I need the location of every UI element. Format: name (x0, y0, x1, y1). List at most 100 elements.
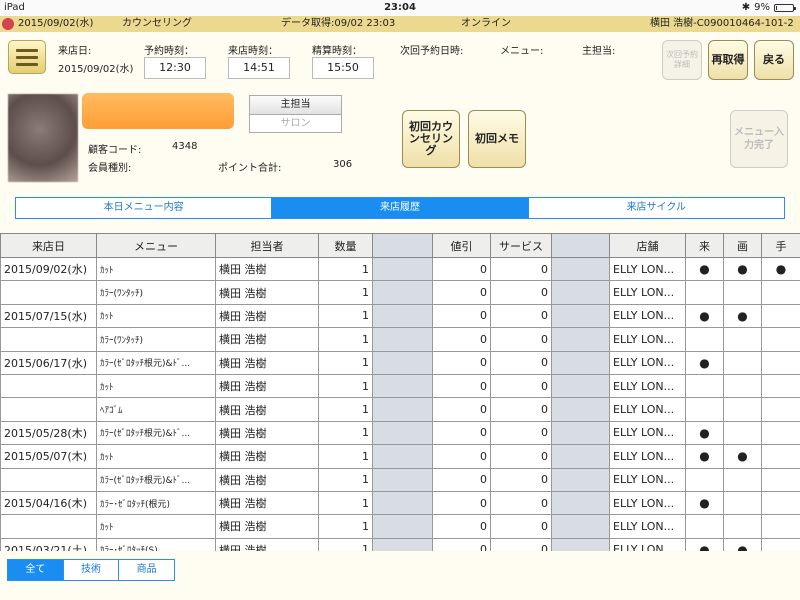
first-memo-button[interactable]: 初回メモ (468, 110, 526, 168)
column-header[interactable]: 数量 (318, 233, 373, 258)
column-header[interactable]: メニュー (96, 233, 216, 258)
table-cell: 0 (490, 490, 552, 516)
next-reserve-detail-button[interactable]: 次回予約詳細 (662, 40, 702, 80)
table-row[interactable]: ﾍｱｺﾞﾑ 横田 浩樹 1 0 0 ELLY LON... (0, 397, 800, 422)
table-cell: 0 (490, 397, 552, 422)
checkout-time-field[interactable]: 15:50 (312, 57, 374, 79)
table-row[interactable]: ｶｯﾄ 横田 浩樹 1 0 0 ELLY LON... (0, 373, 800, 399)
customer-code-label: 顧客コード: (88, 145, 142, 156)
refetch-button[interactable]: 再取得 (708, 40, 748, 80)
filter-technique[interactable]: 技術 (64, 560, 120, 580)
history-table: 来店日 メニュー 担当者 数量 値引 サービス 店舗来画手 2015/09/02(水) ｶｯﾄ… (0, 233, 800, 551)
table-cell (0, 280, 97, 305)
filter-product[interactable]: 商品 (119, 560, 174, 580)
table-cell (761, 537, 800, 551)
table-row[interactable]: ｶﾗｰ(ﾜﾝﾀｯﾁ) 横田 浩樹 1 0 0 ELLY LON... (0, 327, 800, 352)
table-row[interactable]: 2015/06/17(水) ｶﾗｰ(ｾﾞﾛﾀｯﾁ根元)&ﾄﾞ... 横田 浩樹 1 0 0… (0, 350, 800, 375)
table-cell: 1 (318, 444, 373, 469)
table-row[interactable]: 2015/09/02(水) ｶｯﾄ 横田 浩樹 1 0 0 ELLY LON... ● ● ● (0, 256, 800, 282)
filter-all[interactable]: 全て (8, 560, 64, 580)
table-cell: 0 (432, 373, 491, 399)
reserve-time-field[interactable]: 12:30 (144, 57, 206, 79)
column-header[interactable]: 値引 (432, 233, 491, 258)
table-cell (372, 397, 433, 422)
category-filter: 全て 技術 商品 (7, 559, 175, 581)
table-cell (372, 327, 433, 352)
table-row[interactable]: 2015/03/21(土)ｶﾗｰ･ｾﾞﾛﾀｯﾁ(S)横田 浩樹1 00 ELLY L… (0, 537, 800, 551)
arrive-time-field[interactable]: 14:51 (228, 57, 290, 79)
table-cell: 1 (318, 537, 373, 551)
table-row[interactable]: ｶﾗｰ(ｾﾞﾛﾀｯﾁ根元)&ﾄﾞ... 横田 浩樹 1 0 0 ELLY LON... (0, 467, 800, 492)
checkout-time-label: 精算時刻： (312, 46, 362, 57)
first-counseling-button[interactable]: 初回カウンセリング (402, 110, 460, 168)
column-header[interactable]: 店舗 (609, 233, 686, 258)
table-row[interactable]: ｶﾗｰ(ﾜﾝﾀｯﾁ) 横田 浩樹 1 0 0 ELLY LON... (0, 280, 800, 305)
table-cell (761, 490, 800, 516)
table-cell: ● (685, 303, 724, 329)
column-header[interactable] (551, 233, 610, 258)
column-header[interactable]: 手 (761, 233, 800, 258)
table-cell (0, 373, 97, 399)
table-cell (372, 420, 433, 446)
column-header[interactable]: 担当者 (215, 233, 319, 258)
table-row[interactable]: 2015/05/07(木) ｶｯﾄ 横田 浩樹 1 0 0 ELLY LON... ● ● (0, 444, 800, 469)
table-cell (723, 490, 762, 516)
clock: 23:04 (384, 2, 416, 13)
main-staff-toggle[interactable]: 主担当 (250, 96, 341, 115)
table-cell: 1 (318, 397, 373, 422)
table-cell: 1 (318, 467, 373, 492)
history-table-container[interactable]: 来店日 メニュー 担当者 数量 値引 サービス 店舗来画手 2015/09/02(水) ｶｯﾄ… (0, 233, 800, 551)
table-row[interactable]: 2015/07/15(水) ｶｯﾄ 横田 浩樹 1 0 0 ELLY LON... ● ● (0, 303, 800, 329)
salon-toggle[interactable]: サロン (250, 115, 341, 133)
table-cell: ｶｯﾄ (96, 373, 216, 399)
app-logo-icon (2, 18, 14, 30)
table-cell: 0 (432, 303, 491, 329)
table-cell: ELLY LON... (609, 397, 686, 422)
table-cell: ELLY LON... (609, 537, 686, 551)
table-cell (372, 373, 433, 399)
tab-today-menu[interactable]: 本日メニュー内容 (16, 198, 273, 218)
table-cell: 横田 浩樹 (215, 373, 319, 399)
tab-visit-cycle[interactable]: 来店サイクル (529, 198, 784, 218)
table-cell: ● (723, 256, 762, 282)
table-cell: 1 (318, 327, 373, 352)
member-type-label: 会員種別: (88, 163, 132, 174)
tab-visit-history[interactable]: 来店履歴 (272, 198, 529, 218)
column-header[interactable] (372, 233, 433, 258)
table-cell (761, 280, 800, 305)
back-button[interactable]: 戻る (754, 40, 794, 80)
column-header[interactable]: 来 (685, 233, 724, 258)
battery-percent: 9% (754, 2, 770, 13)
table-cell (723, 514, 762, 539)
customer-photo[interactable] (8, 94, 78, 182)
table-cell: 2015/03/21(土) (0, 537, 97, 551)
table-cell: ELLY LON... (609, 514, 686, 539)
table-cell (551, 490, 610, 516)
hamburger-menu-button[interactable] (8, 40, 46, 74)
menu-complete-button[interactable]: メニュー入力完了 (730, 110, 788, 168)
bluetooth-icon: ✱ (741, 2, 751, 13)
table-row[interactable]: 2015/04/16(木) ｶﾗｰ･ｾﾞﾛﾀｯﾁ(根元) 横田 浩樹 1 0 0 ELLY … (0, 490, 800, 516)
table-cell: ● (685, 350, 724, 375)
table-cell: ｶﾗｰ(ｾﾞﾛﾀｯﾁ根元)&ﾄﾞ... (96, 420, 216, 446)
table-header-row: 来店日 メニュー 担当者 数量 値引 サービス 店舗来画手 (0, 233, 800, 258)
table-row[interactable]: 2015/05/28(木) ｶﾗｰ(ｾﾞﾛﾀｯﾁ根元)&ﾄﾞ... 横田 浩樹 1 0 0… (0, 420, 800, 446)
info-mode: カウンセリング (122, 18, 192, 29)
table-cell (723, 280, 762, 305)
table-cell: 0 (432, 537, 491, 551)
table-cell (723, 350, 762, 375)
table-cell: 0 (432, 397, 491, 422)
table-cell: 1 (318, 514, 373, 539)
table-cell: 横田 浩樹 (215, 350, 319, 375)
table-cell: ● (723, 537, 762, 551)
menu-label: メニュー: (500, 46, 544, 57)
table-cell (551, 303, 610, 329)
column-header[interactable]: 来店日 (0, 233, 97, 258)
table-cell: 0 (432, 467, 491, 492)
table-cell: 2015/04/16(木) (0, 490, 97, 516)
table-row[interactable]: ｶｯﾄ 横田 浩樹 1 0 0 ELLY LON... (0, 514, 800, 539)
column-header[interactable]: サービス (490, 233, 552, 258)
column-header[interactable]: 画 (723, 233, 762, 258)
info-bar: 2015/09/02(水) カウンセリング データ取得:09/02 23:03 … (0, 16, 800, 32)
table-cell: ● (723, 303, 762, 329)
